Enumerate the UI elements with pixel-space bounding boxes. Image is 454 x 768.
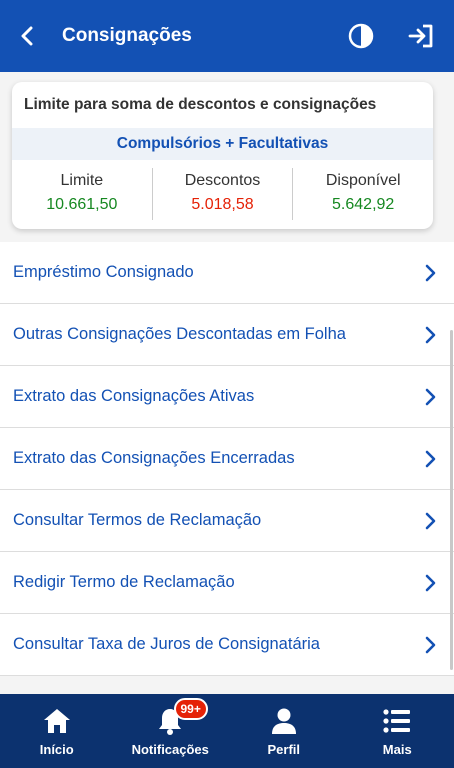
notification-badge: 99+ [173, 698, 208, 720]
page-title: Consignações [62, 25, 192, 46]
chevron-right-icon [424, 263, 438, 283]
contrast-button[interactable] [346, 21, 376, 51]
limit-column: Limite 10.661,50 [12, 168, 152, 220]
user-icon [268, 705, 300, 737]
nav-item-perfil[interactable]: Perfil [227, 694, 341, 768]
menu-item-label: Redigir Termo de Reclamação [13, 573, 235, 591]
menu-item-taxa-juros[interactable]: Consultar Taxa de Juros de Consignatária [0, 614, 454, 676]
limit-label: Limite [60, 172, 104, 189]
nav-label: Perfil [267, 742, 300, 757]
chevron-left-icon [21, 26, 33, 46]
menu-item-extrato-ativas[interactable]: Extrato das Consignações Ativas [0, 366, 454, 428]
nav-label: Início [39, 742, 74, 757]
menu-item-label: Consultar Taxa de Juros de Consignatária [13, 635, 320, 653]
contrast-icon [348, 23, 374, 49]
available-column: Disponível 5.642,92 [292, 168, 433, 220]
summary-columns: Limite 10.661,50 Descontos 5.018,58 Disp… [12, 160, 433, 228]
summary-section: Limite para soma de descontos e consigna… [0, 72, 454, 248]
chevron-right-icon [424, 511, 438, 531]
menu-list: Empréstimo Consignado Outras Consignaçõe… [0, 242, 454, 676]
card-subtitle: Compulsórios + Facultativas [12, 128, 433, 160]
chevron-right-icon [424, 387, 438, 407]
limit-summary-card: Limite para soma de descontos e consigna… [12, 82, 433, 229]
menu-item-emprestimo-consignado[interactable]: Empréstimo Consignado [0, 242, 454, 304]
logout-button[interactable] [406, 21, 436, 51]
menu-item-label: Extrato das Consignações Ativas [13, 387, 255, 405]
limit-value: 10.661,50 [46, 196, 118, 213]
discounts-label: Descontos [184, 172, 261, 189]
menu-item-extrato-encerradas[interactable]: Extrato das Consignações Encerradas [0, 428, 454, 490]
nav-label: Mais [382, 742, 412, 757]
chevron-right-icon [424, 325, 438, 345]
nav-label: Notificações [131, 742, 209, 757]
chevron-right-icon [424, 449, 438, 469]
menu-icon [381, 705, 413, 737]
discounts-value: 5.018,58 [191, 196, 254, 213]
menu-item-label: Consultar Termos de Reclamação [13, 511, 262, 529]
available-label: Disponível [325, 172, 401, 189]
nav-item-mais[interactable]: Mais [341, 694, 454, 768]
chevron-right-icon [424, 573, 438, 593]
available-value: 5.642,92 [332, 196, 395, 213]
menu-item-outras-consignacoes[interactable]: Outras Consignações Descontadas em Folha [0, 304, 454, 366]
nav-item-notificacoes[interactable]: 99+ Notificações [114, 694, 228, 768]
menu-item-label: Empréstimo Consignado [13, 263, 194, 281]
app-header: Consignações [0, 0, 454, 72]
bottom-navigation: Início 99+ Notificações Perfil Mais [0, 694, 454, 768]
card-title: Limite para soma de descontos e consigna… [24, 96, 377, 113]
scrollbar[interactable] [450, 330, 453, 670]
menu-item-consultar-termos[interactable]: Consultar Termos de Reclamação [0, 490, 454, 552]
menu-item-label: Outras Consignações Descontadas em Folha [13, 325, 346, 343]
nav-item-inicio[interactable]: Início [0, 694, 114, 768]
discounts-column: Descontos 5.018,58 [151, 168, 293, 220]
menu-item-label: Extrato das Consignações Encerradas [13, 449, 295, 467]
chevron-right-icon [424, 635, 438, 655]
back-button[interactable] [14, 23, 40, 49]
home-icon [41, 705, 73, 737]
logout-icon [408, 24, 433, 48]
menu-item-redigir-termo[interactable]: Redigir Termo de Reclamação [0, 552, 454, 614]
